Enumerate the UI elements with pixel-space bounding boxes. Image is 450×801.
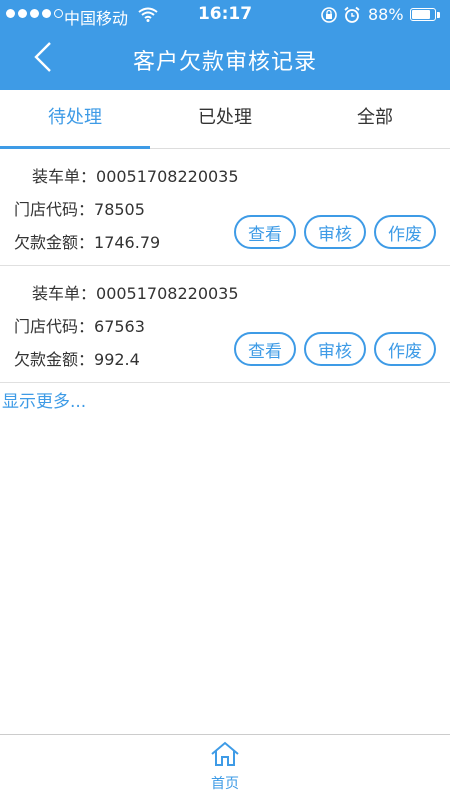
record-card: 装车单：00051708220035 门店代码：67563 欠款金额：992.4… [0, 266, 450, 383]
status-bar: 中国移动 16:17 88% [0, 0, 450, 30]
status-tabs: 待处理 已处理 全部 [0, 90, 450, 149]
tab-processed[interactable]: 已处理 [150, 90, 300, 148]
view-button[interactable]: 查看 [234, 215, 296, 249]
app-header: 中国移动 16:17 88% 客户欠款审核记录 [0, 0, 450, 90]
home-icon [211, 741, 239, 766]
view-button[interactable]: 查看 [234, 332, 296, 366]
store-label: 门店代码： [14, 200, 95, 219]
battery-icon [410, 8, 436, 21]
audit-button[interactable]: 审核 [304, 332, 366, 366]
store-row: 门店代码：78505 [14, 196, 145, 220]
record-card: 装车单：00051708220035 门店代码：78505 欠款金额：1746.… [0, 149, 450, 266]
amount-label: 欠款金额： [14, 350, 95, 369]
record-list: 装车单：00051708220035 门店代码：78505 欠款金额：1746.… [0, 149, 450, 383]
debt-amount: 1746.79 [94, 233, 161, 252]
store-code: 67563 [94, 317, 145, 336]
store-label: 门店代码： [14, 317, 95, 336]
void-button[interactable]: 作废 [374, 332, 436, 366]
nav-item-home[interactable]: 首页 [195, 741, 255, 797]
void-button[interactable]: 作废 [374, 215, 436, 249]
debt-amount: 992.4 [94, 350, 140, 369]
amount-label: 欠款金额： [14, 233, 95, 252]
battery-percent: 88% [368, 5, 404, 24]
order-label: 装车单： [32, 167, 97, 186]
rotation-lock-icon [320, 6, 338, 28]
record-actions: 查看 审核 作废 [234, 332, 436, 366]
battery-fill [412, 10, 431, 19]
amount-row: 欠款金额：1746.79 [14, 229, 160, 253]
order-number: 00051708220035 [96, 167, 239, 186]
order-row: 装车单：00051708220035 [14, 280, 239, 304]
nav-home-label: 首页 [211, 776, 239, 792]
battery-tip [437, 12, 440, 18]
page-title: 客户欠款审核记录 [132, 50, 317, 75]
tab-all[interactable]: 全部 [300, 90, 450, 148]
store-row: 门店代码：67563 [14, 313, 145, 337]
amount-row: 欠款金额：992.4 [14, 346, 140, 370]
alarm-icon [343, 6, 361, 28]
order-row: 装车单：00051708220035 [14, 163, 239, 187]
tab-pending[interactable]: 待处理 [0, 90, 150, 149]
bottom-nav: 首页 [0, 734, 450, 801]
order-number: 00051708220035 [96, 284, 239, 303]
audit-button[interactable]: 审核 [304, 215, 366, 249]
order-label: 装车单： [32, 284, 97, 303]
record-actions: 查看 审核 作废 [234, 215, 436, 249]
show-more-link[interactable]: 显示更多... [2, 387, 86, 412]
store-code: 78505 [94, 200, 145, 219]
